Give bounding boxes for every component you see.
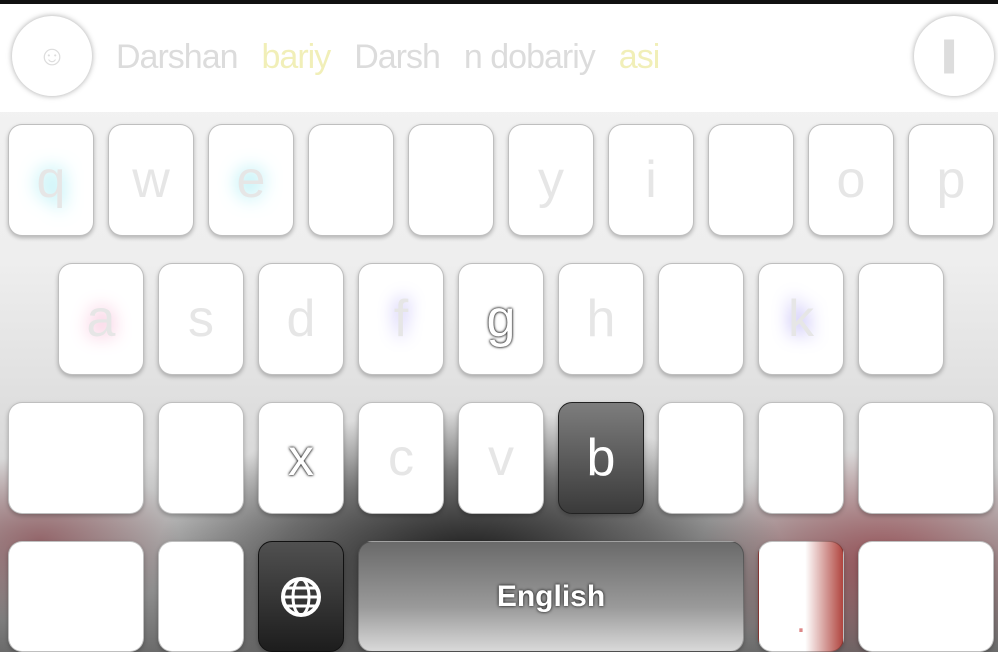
globe-key[interactable] (258, 541, 344, 652)
key-e[interactable]: e (208, 124, 294, 236)
shift-key[interactable] (8, 402, 144, 514)
suggestion-item[interactable]: bariy (262, 38, 332, 77)
key-q[interactable]: q (8, 124, 94, 236)
key-t[interactable] (408, 124, 494, 236)
key-f[interactable]: f (358, 263, 444, 375)
suggestion-item[interactable]: Darsh (354, 38, 441, 77)
key-h[interactable]: h (558, 263, 644, 375)
key-k[interactable]: k (758, 263, 844, 375)
key-y[interactable]: y (508, 124, 594, 236)
key-v[interactable]: v (458, 402, 544, 514)
key-g[interactable]: g (458, 263, 544, 375)
key-i[interactable] (708, 124, 794, 236)
enter-key[interactable] (858, 541, 994, 652)
comma-key[interactable] (158, 541, 244, 652)
emoji-icon[interactable]: ☺ (12, 16, 92, 96)
mic-icon[interactable]: ▌ (914, 16, 994, 96)
suggestion-list: Darshan bariy Darsh n dobariy asi (116, 38, 660, 77)
globe-icon (281, 576, 321, 617)
key-u[interactable]: i (608, 124, 694, 236)
key-a[interactable]: a (58, 263, 144, 375)
key-l[interactable] (858, 263, 944, 375)
key-n[interactable] (658, 402, 744, 514)
period-key[interactable]: . (758, 541, 844, 652)
suggestion-item[interactable]: n dobariy (464, 38, 596, 77)
suggestion-item[interactable]: asi (619, 38, 660, 77)
suggestion-item[interactable]: Darshan (116, 38, 239, 77)
key-w[interactable]: w (108, 124, 194, 236)
key-d[interactable]: d (258, 263, 344, 375)
key-r[interactable] (308, 124, 394, 236)
key-j[interactable] (658, 263, 744, 375)
space-bar[interactable]: English (358, 541, 744, 652)
key-p[interactable]: p (908, 124, 994, 236)
suggestion-bar: ☺ Darshan bariy Darsh n dobariy asi ▌ (0, 0, 998, 112)
key-z[interactable] (158, 402, 244, 514)
key-o[interactable]: o (808, 124, 894, 236)
key-b[interactable]: b (558, 402, 644, 514)
symbols-key[interactable] (8, 541, 144, 652)
key-m[interactable] (758, 402, 844, 514)
key-s[interactable]: s (158, 263, 244, 375)
backspace-key[interactable] (858, 402, 994, 514)
key-c[interactable]: c (358, 402, 444, 514)
key-x[interactable]: x (258, 402, 344, 514)
